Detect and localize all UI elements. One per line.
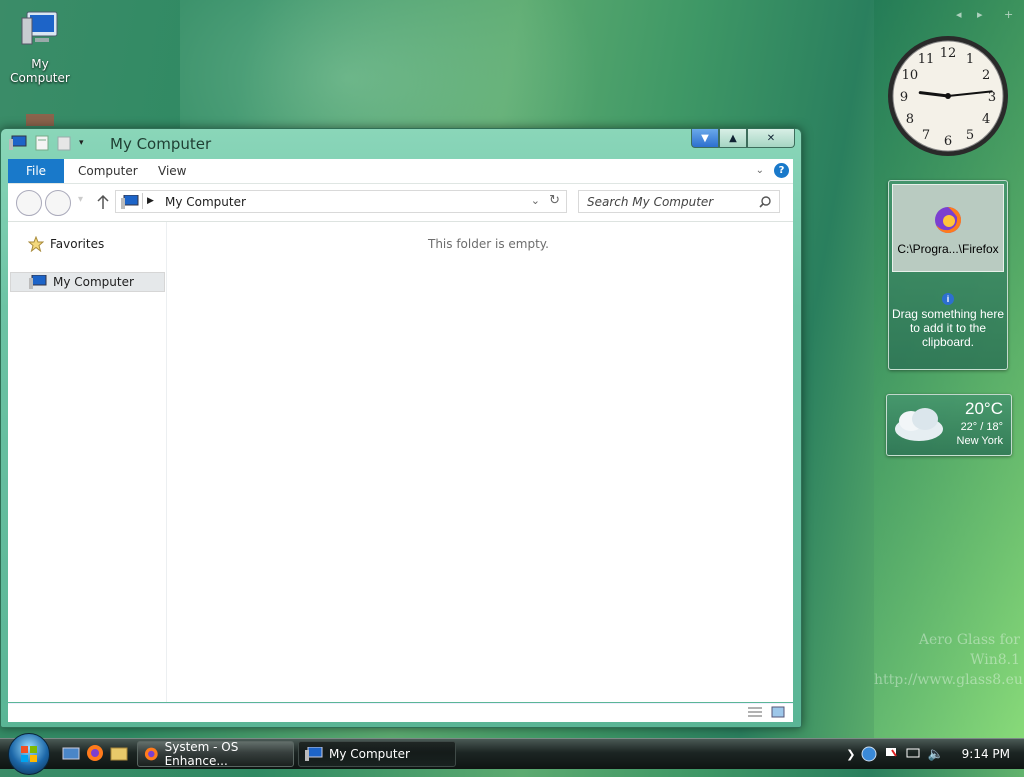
firefox-icon[interactable]	[86, 744, 104, 762]
quick-launch	[62, 744, 128, 762]
start-button[interactable]	[8, 733, 50, 775]
clock-number: 8	[906, 112, 914, 127]
clock-number: 7	[922, 128, 930, 143]
my-computer-label: My Computer	[53, 275, 134, 289]
sidebar-prev-icon[interactable]: ◂	[956, 8, 962, 21]
computer-icon	[29, 275, 47, 289]
ribbon-tabs: File Computer View ⌄ ?	[8, 159, 793, 184]
partial-desktop-icon	[26, 114, 54, 126]
star-icon	[28, 236, 44, 252]
tab-file[interactable]: File	[8, 159, 64, 183]
network-globe-icon[interactable]	[861, 746, 877, 762]
computer-icon	[305, 747, 323, 761]
back-button[interactable]	[16, 190, 42, 216]
clock-number: 11	[918, 52, 935, 67]
customize-toolbar-icon[interactable]: ▾	[79, 138, 84, 148]
clipboard-item[interactable]: C:\Progra...\Firefox	[892, 184, 1004, 272]
quick-access-toolbar: ▾	[9, 135, 84, 151]
explorer-window: ▾ My Computer ▼ ▲ ✕ File Computer View ⌄…	[0, 128, 802, 728]
empty-folder-message: This folder is empty.	[428, 237, 549, 251]
tab-computer[interactable]: Computer	[78, 159, 138, 183]
help-icon[interactable]: ?	[774, 163, 789, 178]
clipboard-info-text: Drag something here to add it to the cli…	[891, 307, 1005, 349]
search-placeholder: Search My Computer	[587, 195, 714, 209]
expand-ribbon-icon[interactable]: ⌄	[756, 165, 764, 176]
window-titlebar[interactable]: ▾ My Computer ▼ ▲ ✕	[1, 129, 801, 159]
navigation-pane: Favorites My Computer	[8, 222, 167, 702]
clipboard-gadget: C:\Progra...\Firefox i Drag something he…	[888, 180, 1008, 370]
folder-icon[interactable]	[110, 744, 128, 762]
clock-number: 1	[966, 52, 974, 67]
recent-locations-icon[interactable]: ▾	[78, 194, 83, 205]
address-bar[interactable]: ▶ My Computer ⌄ ↻	[115, 190, 567, 213]
taskbar-button-label: System - OS Enhance...	[164, 740, 239, 768]
action-center-flag-icon[interactable]	[883, 746, 899, 762]
taskbar-button-label: My Computer	[329, 747, 410, 761]
clock-number: 9	[900, 90, 908, 105]
large-icons-view-icon[interactable]	[771, 706, 785, 718]
show-desktop-icon[interactable]	[62, 744, 80, 762]
watermark-line-1: Aero Glass for Win8.1	[918, 632, 1020, 668]
watermark-line-2: http://www.glass8.eu	[874, 672, 1023, 688]
system-tray: ❯ 🔈 9:14 PM	[846, 739, 1024, 769]
sidebar-add-gadget-icon[interactable]: +	[1004, 8, 1013, 21]
weather-hilo: 22° / 18°	[960, 421, 1003, 433]
weather-gadget[interactable]: 20°C 22° / 18° New York	[886, 394, 1012, 456]
window-controls: ▼ ▲ ✕	[691, 129, 795, 148]
address-dropdown-icon[interactable]: ⌄	[531, 194, 540, 207]
nav-item-favorites[interactable]: Favorites	[28, 236, 104, 252]
taskbar: System - OS Enhance... My Computer ❯ 🔈 9…	[0, 733, 1024, 775]
desktop-icon-label: My Computer	[10, 57, 70, 85]
window-body: Favorites My Computer This folder is emp…	[8, 222, 793, 702]
nav-item-my-computer[interactable]: My Computer	[10, 272, 165, 292]
watermark: Aero Glass for Win8.1 http://www.glass8.…	[874, 630, 1024, 690]
new-folder-icon[interactable]	[57, 135, 71, 151]
clock-number: 4	[982, 112, 990, 127]
breadcrumb-arrow-icon[interactable]: ▶	[142, 193, 154, 209]
address-text: My Computer	[165, 195, 246, 209]
weather-temp: 20°C	[965, 399, 1003, 418]
close-button[interactable]: ✕	[747, 129, 795, 148]
window-title: My Computer	[110, 135, 212, 153]
desktop-icon-my-computer[interactable]: My Computer	[0, 8, 80, 85]
taskbar-button-my-computer[interactable]: My Computer	[298, 741, 456, 767]
search-input[interactable]: Search My Computer	[578, 190, 780, 213]
info-icon: i	[942, 293, 954, 305]
search-icon[interactable]	[759, 196, 771, 208]
taskbar-button-firefox[interactable]: System - OS Enhance...	[137, 740, 294, 768]
network-icon[interactable]	[905, 746, 921, 762]
computer-icon[interactable]	[9, 135, 27, 151]
windows-logo-icon	[21, 746, 37, 762]
clock-gadget[interactable]: 1234567891011 12	[886, 34, 1010, 158]
up-arrow-icon[interactable]	[96, 194, 110, 210]
cloud-icon	[895, 408, 943, 441]
clock-number: 2	[982, 68, 990, 83]
details-view-icon[interactable]	[747, 706, 763, 718]
forward-button[interactable]	[45, 190, 71, 216]
computer-icon	[21, 11, 58, 45]
maximize-button[interactable]: ▲	[719, 129, 747, 148]
tab-view[interactable]: View	[158, 159, 186, 183]
clipboard-item-label: C:\Progra...\Firefox	[897, 242, 999, 256]
clock-number: 10	[902, 68, 919, 83]
clock-number: 12	[940, 46, 957, 61]
clock-number: 6	[944, 134, 952, 149]
favorites-label: Favorites	[50, 237, 105, 251]
properties-icon[interactable]	[35, 135, 49, 151]
weather-city: New York	[956, 435, 1003, 447]
tray-clock[interactable]: 9:14 PM	[962, 747, 1010, 761]
show-hidden-icons-icon[interactable]: ❯	[846, 748, 855, 761]
firefox-icon	[935, 207, 961, 233]
status-bar	[8, 703, 793, 722]
volume-icon[interactable]: 🔈	[927, 747, 943, 762]
clipboard-info: i Drag something here to add it to the c…	[889, 293, 1007, 349]
clock-number: 5	[966, 128, 974, 143]
navigation-bar: ▾ ▶ My Computer ⌄ ↻ Search My Computer	[8, 184, 793, 222]
sidebar-next-icon[interactable]: ▸	[977, 8, 983, 21]
minimize-button[interactable]: ▼	[691, 129, 719, 148]
firefox-icon	[144, 747, 158, 761]
refresh-icon[interactable]: ↻	[549, 193, 560, 208]
computer-icon	[121, 195, 139, 209]
